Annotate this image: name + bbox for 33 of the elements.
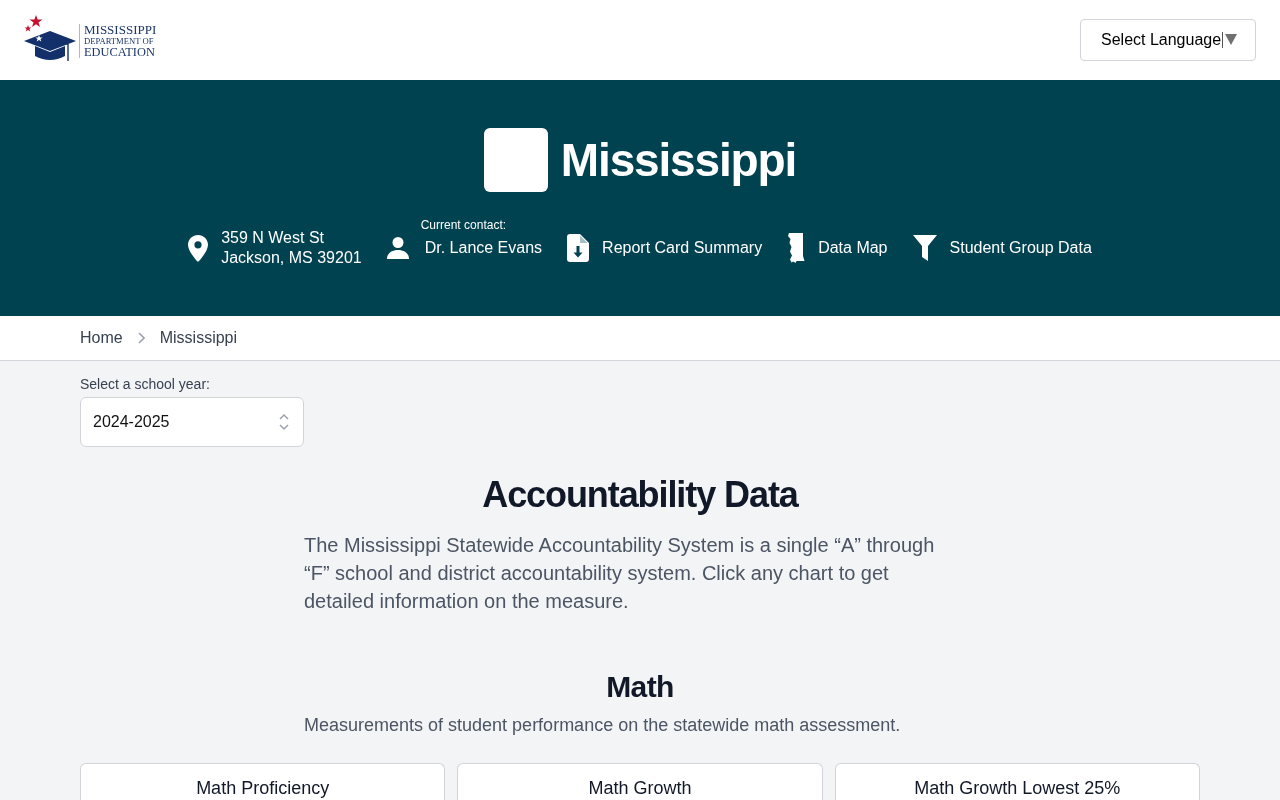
logo-wordmark: MISSISSIPPI DEPARTMENT OF EDUCATION: [84, 23, 157, 59]
graduation-cap-logo-icon: [24, 14, 76, 64]
student-group-link[interactable]: Student Group Data: [912, 235, 1092, 261]
document-download-icon: [567, 234, 590, 262]
chart-card[interactable]: Math Growth Lowest 25%: [834, 763, 1200, 800]
report-card-link[interactable]: Report Card Summary: [567, 234, 763, 262]
location-pin-icon: [188, 234, 209, 262]
chevron-right-icon: [137, 332, 145, 344]
page-title: Mississippi: [560, 133, 797, 188]
filter-icon: [912, 235, 937, 261]
chart-card[interactable]: Math Proficiency: [80, 763, 446, 800]
breadcrumb-current: Mississippi: [159, 329, 238, 347]
state-map-icon: [787, 233, 806, 263]
address-text: 359 N West St Jackson, MS 39201: [221, 228, 362, 268]
math-description: Measurements of student performance on the statewide math assessment.: [304, 714, 902, 737]
language-select[interactable]: Select Language: [1080, 18, 1256, 61]
contact-name-link[interactable]: Dr. Lance Evans: [424, 239, 543, 257]
contact-caption: Current contact:: [420, 217, 508, 233]
math-heading: Math: [605, 669, 675, 705]
caret-down-icon: [1225, 34, 1238, 45]
card-title: Math Proficiency: [195, 777, 331, 799]
school-year-select[interactable]: 2024-2025: [80, 397, 304, 447]
breadcrumb-link[interactable]: Home: [80, 329, 123, 347]
chevron-up-down-icon: [279, 413, 289, 431]
section-description: The Mississippi Statewide Accountability System is a single “A” through “F” school and district accountability system. Click any chart to get detailed information on the measure.: [304, 533, 936, 614]
person-icon: [386, 237, 409, 259]
card-title: Math Growth: [587, 777, 693, 799]
section-heading: Accountability Data: [481, 473, 800, 517]
image-placeholder: [483, 128, 548, 192]
data-map-link[interactable]: Data Map: [787, 233, 888, 263]
chart-card[interactable]: Math Growth: [457, 763, 823, 800]
card-title: Math Growth Lowest 25%: [913, 777, 1122, 799]
school-year-label: Select a school year:: [80, 376, 210, 392]
